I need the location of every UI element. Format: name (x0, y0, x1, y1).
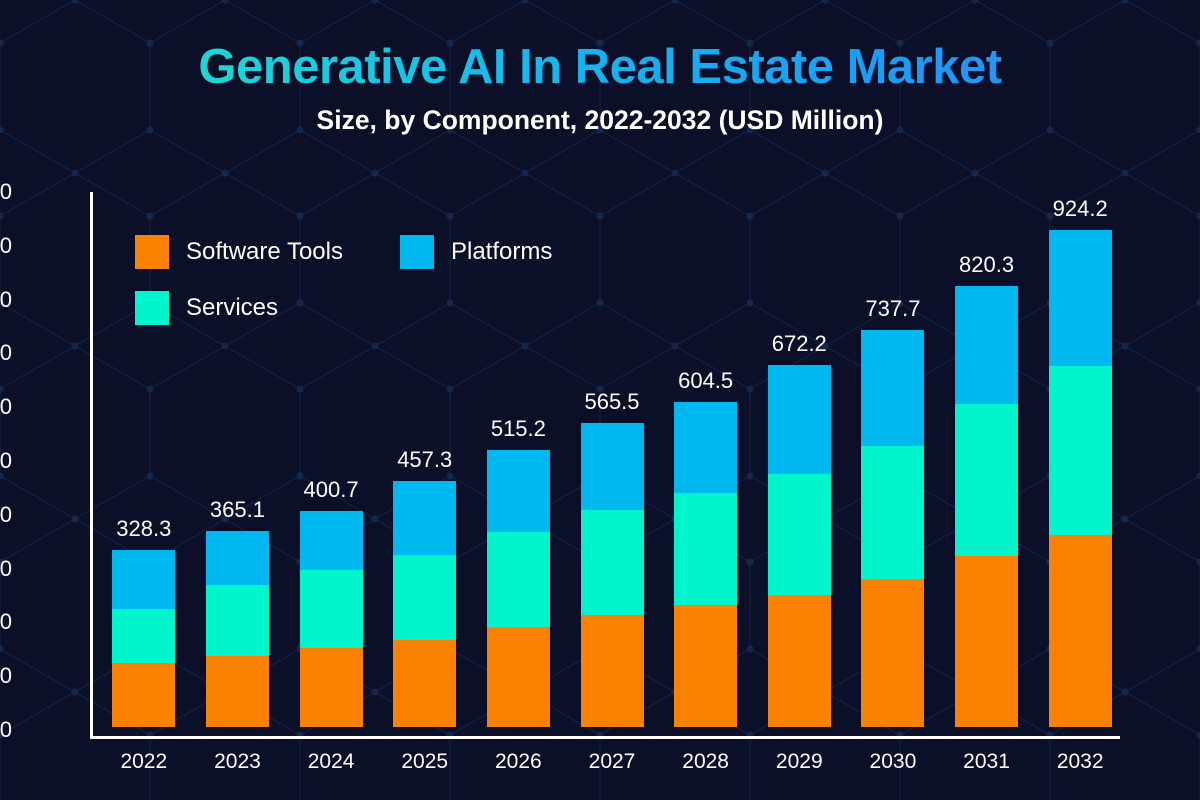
bar-segment-software-tools-2028[interactable] (674, 605, 738, 727)
bar-segment-services-2027[interactable] (580, 509, 644, 615)
legend-item-platforms[interactable]: Platforms (399, 235, 553, 269)
y-axis-tick-600: 600 (0, 394, 12, 420)
y-axis-tick-0: 0 (0, 717, 12, 742)
bar-segment-platforms-2026[interactable] (486, 449, 550, 533)
bar-total-label-2027: 565.5 (584, 388, 640, 414)
page-title: Generative AI In Real Estate Market (0, 41, 1200, 93)
bar-segment-software-tools-2031[interactable] (955, 556, 1019, 727)
bar-group-2031[interactable]: 820.3 2031 (955, 252, 1019, 773)
bar-segment-software-tools-2026[interactable] (486, 627, 550, 727)
bar-segment-platforms-2025[interactable] (393, 481, 457, 556)
bar-segment-platforms-2028[interactable] (674, 401, 738, 494)
y-axis-tick-300: 300 (0, 555, 12, 581)
bar-group-2028[interactable]: 604.5 2028 (674, 368, 738, 773)
chart-header: Generative AI In Real Estate Market Size… (0, 0, 1200, 136)
x-axis-tick-2025: 2025 (401, 750, 449, 773)
y-axis-tick-800: 800 (0, 286, 12, 312)
bar-segment-software-tools-2032[interactable] (1048, 535, 1112, 727)
bar-segment-services-2025[interactable] (393, 555, 457, 640)
bar-segment-platforms-2030[interactable] (861, 330, 925, 447)
bar-segment-software-tools-2022[interactable] (112, 662, 176, 727)
bar-segment-software-tools-2029[interactable] (767, 594, 831, 727)
x-axis-tick-2023: 2023 (214, 750, 261, 773)
x-axis-tick-2027: 2027 (588, 750, 636, 773)
bar-segment-services-2028[interactable] (674, 493, 738, 606)
y-axis-tick-900: 900 (0, 232, 12, 258)
bar-group-2030[interactable]: 737.7 2030 (861, 296, 925, 773)
legend-item-software-tools[interactable]: Software Tools (135, 235, 343, 269)
x-axis-tick-2031: 2031 (963, 750, 1010, 773)
legend-row-1: Software Tools Platforms (135, 235, 595, 269)
x-axis-tick-2026: 2026 (495, 750, 542, 773)
x-axis-tick-2029: 2029 (775, 750, 823, 773)
legend-swatch-software-tools-icon (135, 235, 169, 269)
bar-segment-services-2029[interactable] (767, 474, 831, 595)
bar-total-label-2028: 604.5 (678, 367, 734, 393)
bar-total-label-2026: 515.2 (490, 415, 546, 441)
bar-total-label-2024: 400.7 (303, 477, 359, 503)
bar-segment-software-tools-2027[interactable] (580, 614, 644, 727)
bar-segment-services-2024[interactable] (299, 569, 363, 649)
bar-segment-platforms-2027[interactable] (580, 422, 644, 510)
chart-legend: Software Tools Platforms Services (135, 235, 595, 347)
bar-segment-platforms-2029[interactable] (767, 365, 831, 475)
bar-total-label-2022: 328.3 (116, 516, 172, 542)
bar-group-2027[interactable]: 565.5 2027 (580, 389, 644, 773)
bar-segment-services-2032[interactable] (1048, 366, 1112, 536)
legend-swatch-services-icon (135, 291, 169, 325)
bar-group-2032[interactable]: 924.2 2032 (1048, 196, 1112, 773)
bar-segment-platforms-2022[interactable] (112, 550, 176, 610)
bar-group-2022[interactable]: 328.3 2022 (112, 516, 176, 773)
y-axis-tick-200: 200 (0, 609, 12, 635)
bar-segment-software-tools-2030[interactable] (861, 579, 925, 727)
bar-group-2026[interactable]: 515.2 2026 (486, 416, 550, 773)
bar-group-2025[interactable]: 457.3 2025 (393, 447, 457, 773)
bar-total-label-2029: 672.2 (771, 331, 827, 357)
bar-segment-services-2026[interactable] (486, 532, 550, 628)
legend-swatch-platforms-icon (399, 235, 434, 269)
x-axis-tick-2024: 2024 (307, 750, 355, 773)
bar-segment-software-tools-2025[interactable] (393, 639, 457, 727)
legend-label-services: Services (186, 294, 279, 321)
x-axis-tick-2030: 2030 (869, 750, 917, 773)
bar-segment-platforms-2032[interactable] (1048, 229, 1112, 367)
bar-segment-services-2030[interactable] (861, 446, 925, 580)
legend-row-2: Services (135, 291, 595, 325)
x-axis-tick-2022: 2022 (120, 750, 168, 773)
chart-page: Generative AI In Real Estate Market Size… (0, 0, 1200, 800)
bar-total-label-2023: 365.1 (209, 496, 265, 522)
bar-segment-platforms-2023[interactable] (205, 530, 269, 585)
bar-segment-platforms-2024[interactable] (299, 511, 363, 570)
bar-group-2024[interactable]: 400.7 2024 (299, 477, 363, 773)
bar-group-2029[interactable]: 672.2 2029 (767, 331, 831, 773)
bar-total-label-2031: 820.3 (959, 251, 1015, 277)
y-axis-tick-700: 700 (0, 340, 12, 366)
legend-label-software-tools: Software Tools (186, 238, 343, 265)
x-axis-tick-2028: 2028 (682, 750, 729, 773)
bar-total-label-2025: 457.3 (397, 446, 453, 472)
bar-segment-software-tools-2023[interactable] (205, 656, 269, 727)
y-axis-tick-500: 500 (0, 448, 12, 473)
bar-segment-services-2031[interactable] (955, 403, 1019, 557)
bar-total-label-2032: 924.2 (1052, 195, 1108, 221)
legend-item-services[interactable]: Services (135, 291, 278, 325)
bar-segment-services-2023[interactable] (205, 584, 269, 657)
bar-segment-platforms-2031[interactable] (955, 285, 1019, 404)
bar-total-label-2030: 737.7 (865, 296, 921, 322)
page-subtitle: Size, by Component, 2022-2032 (USD Milli… (316, 105, 884, 136)
y-axis-tick-400: 400 (0, 501, 12, 527)
bar-segment-services-2022[interactable] (112, 609, 176, 663)
legend-label-platforms: Platforms (450, 238, 553, 265)
y-axis-tick-100: 100 (0, 663, 12, 689)
bar-group-2023[interactable]: 365.1 2023 (205, 497, 269, 773)
y-axis-tick-1000: 1000 (0, 179, 12, 204)
x-axis-tick-2032: 2032 (1056, 750, 1104, 773)
bar-segment-software-tools-2024[interactable] (299, 648, 363, 727)
